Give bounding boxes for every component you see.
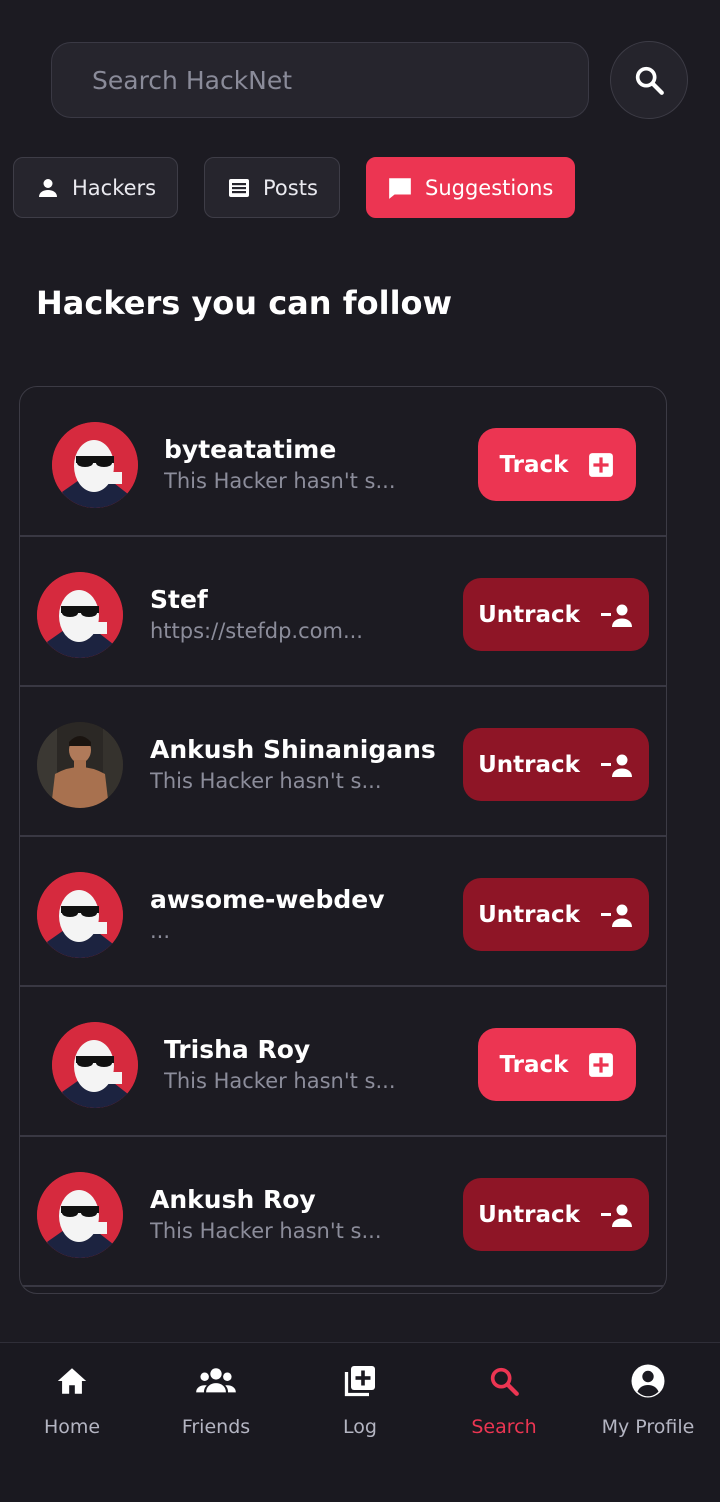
section-title: Hackers you can follow [36,284,453,322]
search-icon [635,66,664,95]
remove-person-icon [600,754,632,777]
user-bio: This Hacker hasn't s... [164,1069,396,1093]
untrack-button-label: Untrack [478,1201,580,1228]
search-input[interactable] [92,43,562,117]
nav-home[interactable]: Home [0,1361,144,1438]
untrack-button-label: Untrack [478,751,580,778]
hacker-avatar-icon [52,1022,138,1108]
search-bar[interactable] [51,42,589,118]
user-name[interactable]: byteatatime [164,435,336,464]
user-bio: ... [150,919,171,943]
search-icon [490,1367,519,1396]
posts-icon [229,178,249,197]
list-item: Stef https://stefdp.com... Untrack [20,537,666,687]
profile-icon [631,1364,665,1398]
track-button[interactable]: Track [478,428,636,501]
remove-person-icon [600,604,632,627]
avatar[interactable] [37,572,123,658]
hacker-avatar-icon [37,1172,123,1258]
user-bio: This Hacker hasn't s... [150,1219,382,1243]
plus-box-icon [589,1052,614,1077]
user-name[interactable]: Ankush Roy [150,1185,316,1214]
avatar[interactable] [37,872,123,958]
user-name[interactable]: Trisha Roy [164,1035,310,1064]
home-icon [57,1368,87,1394]
untrack-button[interactable]: Untrack [463,878,649,951]
hacker-avatar-icon [37,872,123,958]
add-log-icon [344,1366,375,1397]
filter-chip-label: Hackers [72,175,157,200]
nav-label: Friends [181,1416,251,1438]
untrack-button[interactable]: Untrack [463,728,649,801]
friends-icon [196,1368,236,1393]
person-icon [39,178,57,197]
hacker-avatar-icon [52,422,138,508]
list-item: Trisha Roy This Hacker hasn't s... Track [20,987,666,1137]
user-bio: This Hacker hasn't s... [164,469,396,493]
filter-chip-posts[interactable]: Posts [204,157,340,218]
user-name[interactable]: Stef [150,585,208,614]
filter-chip-suggestions[interactable]: Suggestions [366,157,575,218]
nav-profile[interactable]: My Profile [576,1361,720,1438]
nav-friends[interactable]: Friends [144,1361,288,1438]
user-bio: https://stefdp.com... [150,619,363,643]
list-item: Ankush Shinanigans This Hacker hasn't s.… [20,687,666,837]
list-item: awsome-webdev ... Untrack [20,837,666,987]
avatar[interactable] [37,722,123,808]
untrack-button[interactable]: Untrack [463,578,649,651]
remove-person-icon [600,904,632,927]
track-button[interactable]: Track [478,1028,636,1101]
filter-chip-hackers[interactable]: Hackers [13,157,178,218]
nav-log[interactable]: Log [288,1361,432,1438]
filter-chip-label: Posts [263,175,318,200]
list-item: Ankush Roy This Hacker hasn't s... Untra… [20,1137,666,1287]
nav-label: Search [471,1416,537,1438]
user-bio: This Hacker hasn't s... [150,769,382,793]
filter-chip-label: Suggestions [425,175,554,200]
user-name[interactable]: awsome-webdev [150,885,385,914]
nav-label: Log [343,1416,377,1438]
untrack-button-label: Untrack [478,601,580,628]
track-button-label: Track [499,451,569,478]
remove-person-icon [600,1204,632,1227]
untrack-button[interactable]: Untrack [463,1178,649,1251]
bottom-nav: Home Friends Log Search My Profile [0,1342,720,1502]
suggestions-list[interactable]: byteatatime This Hacker hasn't s... Trac… [19,386,667,1294]
track-button-label: Track [499,1051,569,1078]
nav-label: Home [43,1416,101,1438]
avatar[interactable] [52,422,138,508]
chat-bubble-icon [389,177,411,199]
avatar[interactable] [37,1172,123,1258]
untrack-button-label: Untrack [478,901,580,928]
avatar[interactable] [52,1022,138,1108]
list-item: byteatatime This Hacker hasn't s... Trac… [20,387,666,537]
nav-label: My Profile [601,1416,695,1438]
user-name[interactable]: Ankush Shinanigans [150,735,436,764]
photo-avatar-icon [37,722,123,808]
plus-box-icon [589,452,614,477]
hacker-avatar-icon [37,572,123,658]
nav-search[interactable]: Search [432,1361,576,1438]
search-button[interactable] [610,41,688,119]
